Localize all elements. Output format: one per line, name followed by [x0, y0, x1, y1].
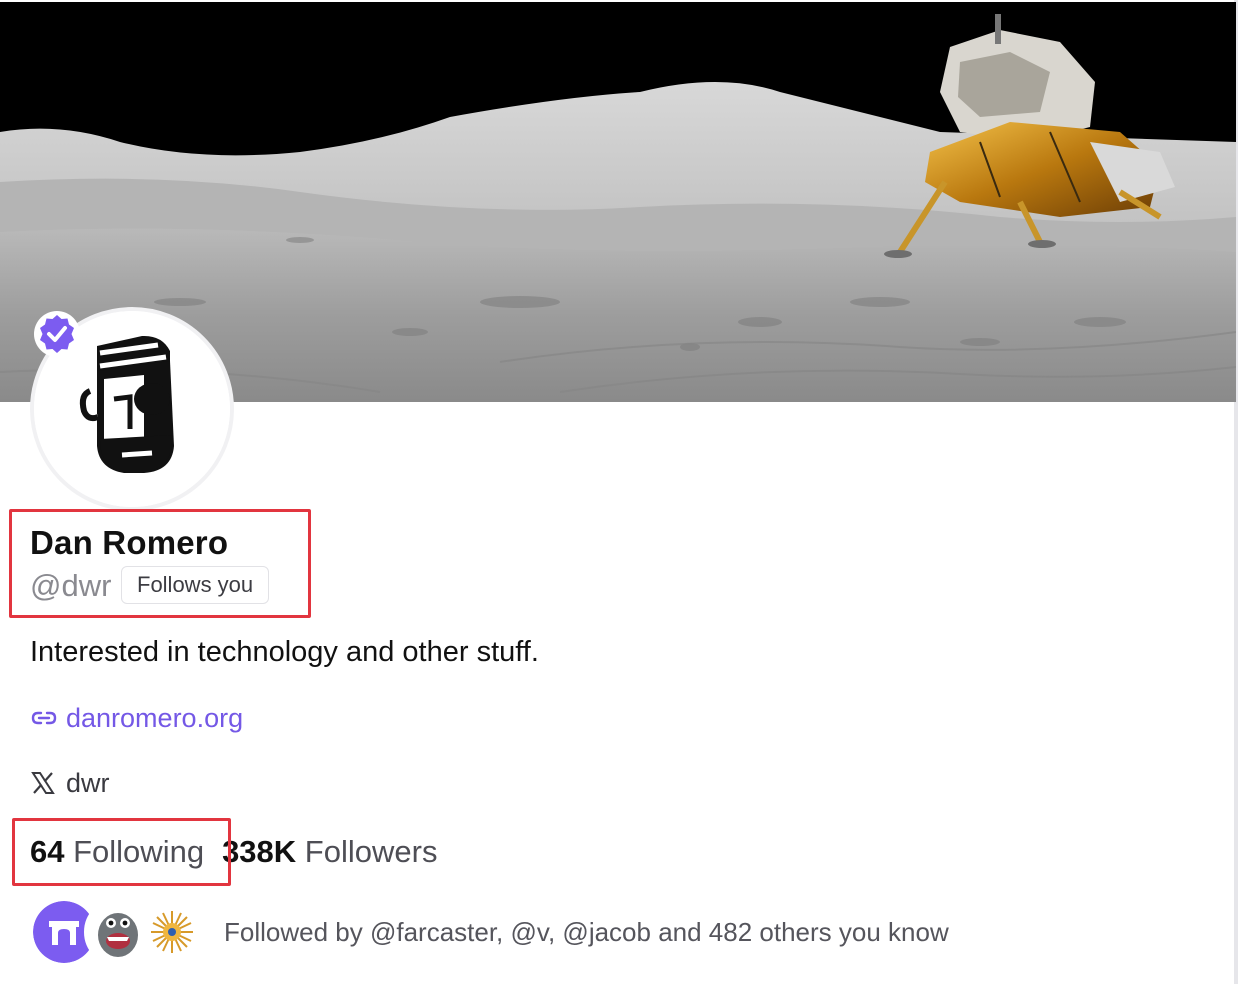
- website-link-text[interactable]: danromero.org: [66, 703, 243, 734]
- x-logo-icon: [31, 772, 55, 794]
- mutual-followers-text[interactable]: Followed by @farcaster, @v, @jacob and 4…: [224, 917, 949, 948]
- followers-count: 338K: [222, 834, 297, 869]
- profile-avatar[interactable]: [30, 307, 234, 511]
- highlight-box-name: [9, 509, 311, 618]
- followers-link[interactable]: 338K Followers: [222, 834, 437, 869]
- profile-bio: Interested in technology and other stuff…: [30, 636, 539, 668]
- followers-label: Followers: [304, 834, 438, 869]
- mutual-followers[interactable]: Followed by @farcaster, @v, @jacob and 4…: [30, 896, 949, 968]
- x-handle-text[interactable]: dwr: [66, 768, 110, 799]
- highlight-box-following: [12, 818, 231, 886]
- link-icon: [31, 711, 57, 725]
- website-link[interactable]: danromero.org: [30, 701, 243, 735]
- verified-badge-icon: [34, 311, 80, 357]
- x-account-link[interactable]: dwr: [30, 766, 110, 800]
- sun-avatar[interactable]: [138, 898, 206, 966]
- sun-face-icon: [141, 901, 203, 963]
